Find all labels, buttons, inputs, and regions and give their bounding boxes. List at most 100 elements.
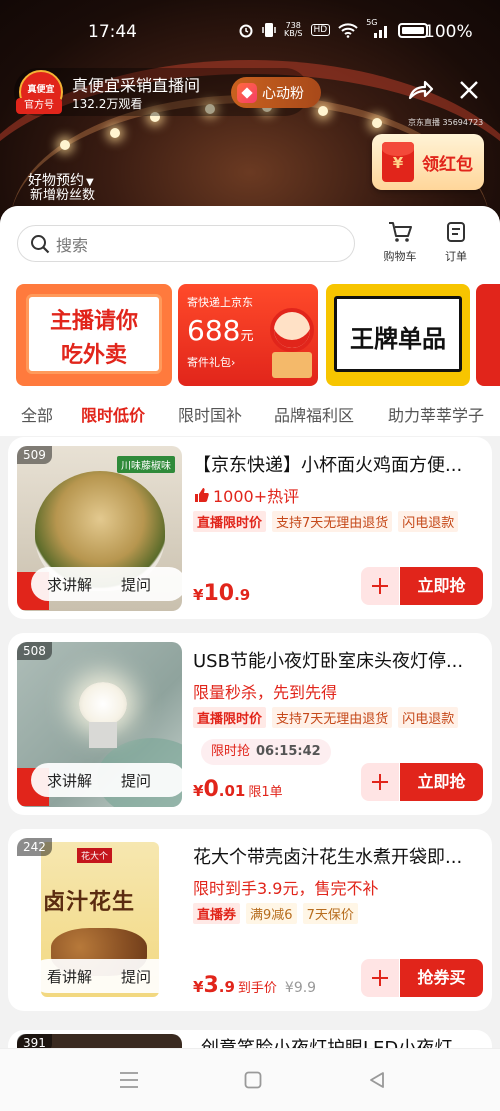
promo-text: 限时到手3.9元，售完不补: [193, 879, 379, 898]
add-to-cart-button[interactable]: [361, 959, 399, 997]
net-speed: 738 KB/S: [284, 21, 303, 38]
banner-next[interactable]: [476, 284, 500, 386]
stage-light: [60, 140, 70, 150]
product-card[interactable]: 508 求讲解 提问 USB节能小夜灯卧室床头夜灯停... 限量秒杀，先到先得 …: [8, 633, 492, 815]
courier-mascot-icon: [270, 308, 314, 352]
brand-label: 花大个: [77, 848, 113, 863]
close-icon[interactable]: [455, 76, 483, 104]
room-id: 京东直播 35694723: [408, 118, 484, 127]
red-packet-button[interactable]: ¥ 领红包: [372, 134, 484, 190]
anchor-name: 真便宜采销直播间: [72, 76, 201, 95]
coupon-buy-button[interactable]: 抢券买: [400, 959, 483, 997]
category-tabs: 全部 限时低价 限时国补 品牌福利区 助力莘莘学子: [0, 396, 500, 436]
red-envelope-icon: ¥: [382, 142, 414, 182]
product-title[interactable]: 花大个带壳卤汁花生水煮开袋即...: [193, 843, 485, 869]
cart-icon: [389, 222, 412, 242]
product-thumbnail[interactable]: 508 求讲解 提问: [17, 642, 182, 807]
vibrate-icon: [262, 23, 276, 37]
product-tags: 直播限时价 支持7天无理由退货 闪电退款: [193, 511, 459, 532]
menu-icon[interactable]: [119, 1071, 139, 1089]
official-badge: 官方号: [16, 98, 62, 114]
price-protect-tag: 7天保价: [302, 903, 358, 924]
view-count: 132.2万观看: [72, 97, 143, 111]
flash-sale-countdown: 限时抢 06:15:42: [201, 739, 331, 765]
home-icon[interactable]: [244, 1071, 262, 1089]
orders-button[interactable]: 订单: [436, 220, 476, 264]
product-price: ¥10.9: [193, 581, 251, 606]
share-icon[interactable]: [406, 76, 434, 104]
cell-signal-icon: 5G: [366, 18, 390, 38]
ask-question-button[interactable]: 提问: [121, 770, 151, 791]
refund-tag: 闪电退款: [398, 707, 459, 728]
search-placeholder: 搜索: [56, 235, 89, 255]
ask-question-button[interactable]: 提问: [121, 574, 151, 595]
stage-light: [110, 128, 120, 138]
add-to-cart-button[interactable]: [361, 763, 399, 801]
tab-limited-subsidy[interactable]: 限时国补: [178, 402, 242, 426]
status-icons: 738 KB/S HD 5G: [238, 18, 429, 38]
alarm-icon: [239, 24, 253, 38]
product-tags: 直播券 满9减6 7天保价: [193, 903, 358, 924]
product-price: ¥3.9 到手价 ¥9.9: [193, 973, 317, 998]
live-coupon-tag: 直播券: [193, 903, 241, 924]
flavor-label: 川味藤椒味: [117, 456, 175, 473]
battery-percent: 100%: [424, 22, 473, 42]
request-explain-button[interactable]: 求讲解: [47, 574, 92, 595]
night-light-image: [79, 682, 127, 726]
buy-now-button[interactable]: 立即抢: [400, 567, 483, 605]
fan-logo-icon: [237, 82, 257, 103]
thumbs-up-icon: [195, 488, 209, 502]
buy-now-button[interactable]: 立即抢: [400, 763, 483, 801]
system-nav-bar: [0, 1048, 500, 1111]
watch-explain-button[interactable]: 看讲解: [47, 966, 92, 987]
search-input[interactable]: 搜索: [17, 225, 355, 262]
add-to-cart-button[interactable]: [361, 567, 399, 605]
product-title[interactable]: USB节能小夜灯卧室床头夜灯停...: [193, 647, 485, 673]
tab-brand-welfare[interactable]: 品牌福利区: [274, 402, 354, 426]
stage-light: [372, 118, 382, 128]
new-fans-label: 新增粉丝数: [30, 188, 96, 203]
search-icon: [31, 234, 50, 253]
product-index: 509: [17, 446, 52, 464]
banner-carousel: 主播请你 吃外卖 寄快递上京东 688元 寄件礼包› 王牌单品: [16, 284, 500, 386]
banner-express[interactable]: 寄快递上京东 688元 寄件礼包›: [178, 284, 318, 386]
request-explain-button[interactable]: 求讲解: [47, 770, 92, 791]
parcel-icon: [272, 352, 312, 378]
banner-takeout[interactable]: 主播请你 吃外卖: [16, 284, 172, 386]
promo-text: 限量秒杀，先到先得: [193, 683, 338, 702]
package-name: 卤汁花生: [43, 890, 136, 915]
live-price-tag: 直播限时价: [193, 707, 267, 728]
live-price-tag: 直播限时价: [193, 511, 267, 532]
product-index: 242: [17, 838, 52, 856]
anchor-info[interactable]: 真便宜 官方号 真便宜采销直播间 132.2万观看 心动粉: [14, 68, 321, 116]
tab-all[interactable]: 全部: [21, 402, 53, 426]
discount-tag: 满9减6: [246, 903, 297, 924]
ask-question-button[interactable]: 提问: [121, 966, 151, 987]
explain-pill: 求讲解 提问: [31, 763, 182, 797]
product-card[interactable]: 川味藤椒味 509 求讲解 提问 【京东快递】小杯面火鸡面方便... 1000+…: [8, 437, 492, 619]
product-tags: 直播限时价 支持7天无理由退货 闪电退款: [193, 707, 459, 728]
product-title[interactable]: 【京东快递】小杯面火鸡面方便...: [193, 451, 485, 477]
tab-limited-low-price[interactable]: 限时低价: [81, 402, 145, 426]
return-tag: 支持7天无理由退货: [272, 511, 393, 532]
product-thumbnail[interactable]: 川味藤椒味 509 求讲解 提问: [17, 446, 182, 611]
stage-light: [318, 106, 328, 116]
banner-top-item[interactable]: 王牌单品: [326, 284, 470, 386]
return-tag: 支持7天无理由退货: [272, 707, 393, 728]
fan-button[interactable]: 心动粉: [231, 77, 321, 108]
tab-student[interactable]: 助力莘莘学子: [388, 402, 484, 426]
usb-plug-image: [89, 722, 117, 748]
refund-tag: 闪电退款: [398, 511, 459, 532]
cart-button[interactable]: 购物车: [380, 220, 420, 264]
hd-badge: HD: [310, 24, 331, 36]
hot-reviews: 1000+热评: [193, 483, 299, 507]
explain-pill: 求讲解 提问: [31, 567, 182, 601]
product-price: ¥0.01 限1单: [193, 777, 283, 802]
red-packet-label: 领红包: [422, 155, 473, 175]
product-index: 508: [17, 642, 52, 660]
product-thumbnail[interactable]: 花大个 卤汁花生 242 看讲解 提问: [17, 838, 182, 1003]
status-bar: 17:44 738 KB/S HD 5G 100%: [0, 0, 500, 66]
back-icon[interactable]: [368, 1071, 386, 1089]
wifi-icon: [338, 22, 358, 38]
product-card[interactable]: 花大个 卤汁花生 242 看讲解 提问 花大个带壳卤汁花生水煮开袋即... 限时…: [8, 829, 492, 1011]
